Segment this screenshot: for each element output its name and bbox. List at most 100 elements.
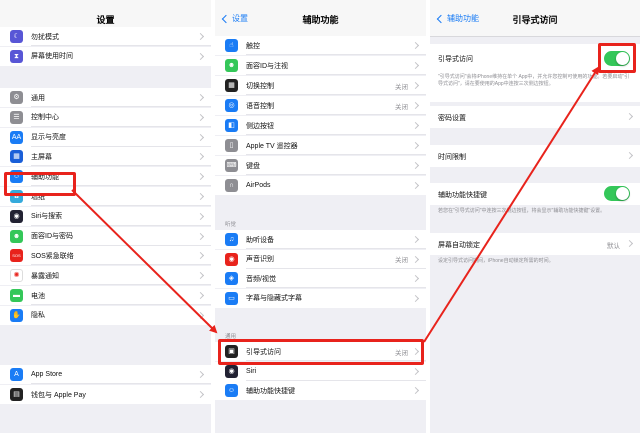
list-item-label: 控制中心 — [31, 114, 59, 122]
faceid-icon: ☻ — [10, 229, 23, 243]
list-item[interactable]: ◉ Siri与搜索 — [0, 206, 211, 226]
list-item[interactable]: SOS SOS紧急联络 — [0, 246, 211, 266]
chevron-right-icon — [196, 52, 205, 60]
captions-icon: ▭ — [225, 291, 238, 305]
remote-icon: ▯ — [225, 139, 238, 152]
accessibility-shortcut-toggle[interactable] — [604, 186, 630, 201]
list-item[interactable]: ☻ 面容ID与密码 — [0, 226, 211, 246]
passcode-settings-row[interactable]: 密码设置 — [430, 106, 640, 128]
list-item[interactable]: ☻ 面容ID与注视 — [215, 56, 426, 75]
row-divider — [246, 134, 426, 135]
list-item[interactable]: ♫ 助听设备 — [215, 230, 426, 249]
faceid-icon: ☻ — [225, 59, 238, 72]
list-item[interactable]: ∩ AirPods — [215, 176, 426, 195]
list-item[interactable]: A App Store — [0, 365, 211, 384]
list-item[interactable]: ✺ 暴露通知 — [0, 266, 211, 286]
list-item[interactable]: ☾ 勿扰模式 — [0, 27, 211, 46]
list-item[interactable]: ✋ 隐私 — [0, 305, 211, 325]
row-divider — [246, 174, 426, 175]
toggle-knob — [616, 187, 629, 200]
chevron-right-icon — [196, 192, 205, 201]
chevron-right-icon — [196, 232, 205, 240]
speaker-icon: ◈ — [225, 272, 238, 285]
accessibility-shortcut-row[interactable]: 辅助功能快捷键 — [430, 183, 640, 205]
chevron-right-icon — [196, 252, 205, 260]
list-item[interactable]: ⧗ 屏幕使用时间 — [0, 46, 211, 66]
list-item[interactable]: ◉ 声音识别 关闭 — [215, 249, 426, 269]
guided-access-note-box: "引导式访问"会将iPhone维持在单个 App中，并允许您控制可使用的功能。若… — [430, 72, 640, 102]
list-item-label: 屏幕使用时间 — [31, 53, 73, 61]
list-item-label: Apple TV 遥控器 — [246, 142, 298, 150]
chevron-right-icon — [196, 93, 205, 102]
list-item-label: 勿扰模式 — [31, 33, 59, 41]
accessibility-icon: ☺ — [225, 384, 238, 397]
time-limits-row[interactable]: 时间限制 — [430, 145, 640, 167]
list-item[interactable]: ☺ 辅助功能快捷键 — [215, 381, 426, 400]
chevron-right-icon — [411, 294, 420, 302]
gear-icon: ⚙ — [10, 91, 23, 104]
list-item[interactable]: ⌨ 键盘 — [215, 156, 426, 175]
list-item-label: AirPods — [246, 182, 271, 189]
chevron-right-icon — [411, 274, 420, 283]
row-divider — [246, 154, 426, 155]
list-item[interactable]: ▬ 电池 — [0, 286, 211, 305]
list-item[interactable]: ☰ 控制中心 — [0, 107, 211, 127]
list-item-label: 键盘 — [246, 162, 260, 170]
row-divider — [246, 74, 426, 75]
list-item[interactable]: ▦ 切换控制 关闭 — [215, 76, 426, 95]
list-item[interactable]: ☝ 触控 — [215, 36, 426, 55]
list-item[interactable]: ◎ 语音控制 关闭 — [215, 96, 426, 115]
chevron-right-icon — [411, 81, 420, 90]
list-item-label: 面容ID与密码 — [31, 233, 73, 241]
sound-recognition-icon: ◉ — [225, 252, 238, 266]
wallet-icon: ▤ — [10, 388, 23, 401]
list-item-label: 语音控制 — [246, 102, 274, 110]
list-item[interactable]: ◧ 侧边按钮 — [215, 116, 426, 135]
list-item[interactable]: ▯ Apple TV 遥控器 — [215, 136, 426, 155]
page-title: 辅助功能 — [302, 15, 339, 25]
chevron-right-icon — [196, 311, 205, 319]
home-grid-icon: ▦ — [10, 150, 23, 164]
voice-control-icon: ◎ — [225, 99, 238, 112]
list-item[interactable]: ◈ 音频/视觉 — [215, 269, 426, 288]
chevron-right-icon — [196, 212, 205, 220]
list-item[interactable]: AA 显示与亮度 — [0, 127, 211, 147]
list-item-label: 触控 — [246, 42, 260, 50]
highlight-guided-access-toggle — [598, 43, 636, 73]
list-item-label: App Store — [31, 371, 63, 378]
chevron-right-icon — [411, 121, 420, 130]
list-item-label: 字幕与隐藏式字幕 — [246, 295, 302, 302]
list-item-label: 辅助功能快捷键 — [246, 387, 295, 395]
settings-screen: 设置 ☾ 勿扰模式 ⧗ 屏幕使用时间 ⚙ 通用 ☰ 控制中心 AA 显示与亮度 ▦ 主屏幕 ☺ 辅助功能 ✿… — [0, 0, 211, 433]
chevron-right-icon — [625, 239, 634, 248]
chevron-right-icon — [196, 291, 205, 300]
switch-control-icon: ▦ — [225, 79, 238, 92]
chevron-right-icon — [411, 181, 420, 190]
virus-icon: ✺ — [10, 269, 23, 283]
list-item[interactable]: ▤ 钱包与 Apple Pay — [0, 385, 211, 404]
guided-access-navbar: 辅助功能 引导式访问 — [430, 0, 640, 37]
guided-access-label: 引导式访问 — [438, 56, 473, 63]
list-item[interactable]: ▦ 主屏幕 — [0, 147, 211, 167]
chevron-right-icon — [411, 255, 420, 263]
list-item-label: 声音识别 — [246, 256, 274, 263]
list-item-label: 助听设备 — [246, 236, 274, 244]
list-item-label: 暴露通知 — [31, 272, 59, 280]
auto-lock-row[interactable]: 屏幕自动锁定 默认 — [430, 233, 640, 255]
chevron-right-icon — [411, 235, 420, 244]
toggles-icon: ☰ — [10, 110, 23, 124]
moon-icon: ☾ — [10, 30, 23, 43]
list-item-label: 显示与亮度 — [31, 134, 66, 142]
list-item-label: 切换控制 — [246, 82, 274, 90]
list-item[interactable]: ⚙ 通用 — [0, 88, 211, 107]
highlight-guided-access-item — [218, 339, 424, 365]
chevron-right-icon — [196, 272, 205, 280]
list-item-label: 面容ID与注视 — [246, 62, 288, 70]
list-item[interactable]: ▭ 字幕与隐藏式字幕 — [215, 288, 426, 308]
chevron-right-icon — [196, 113, 205, 121]
chevron-right-icon — [196, 133, 205, 141]
chevron-right-icon — [196, 390, 205, 399]
chevron-right-icon — [411, 101, 420, 110]
auto-lock-label: 屏幕自动锁定 — [438, 242, 480, 249]
ear-icon: ♫ — [225, 233, 238, 246]
